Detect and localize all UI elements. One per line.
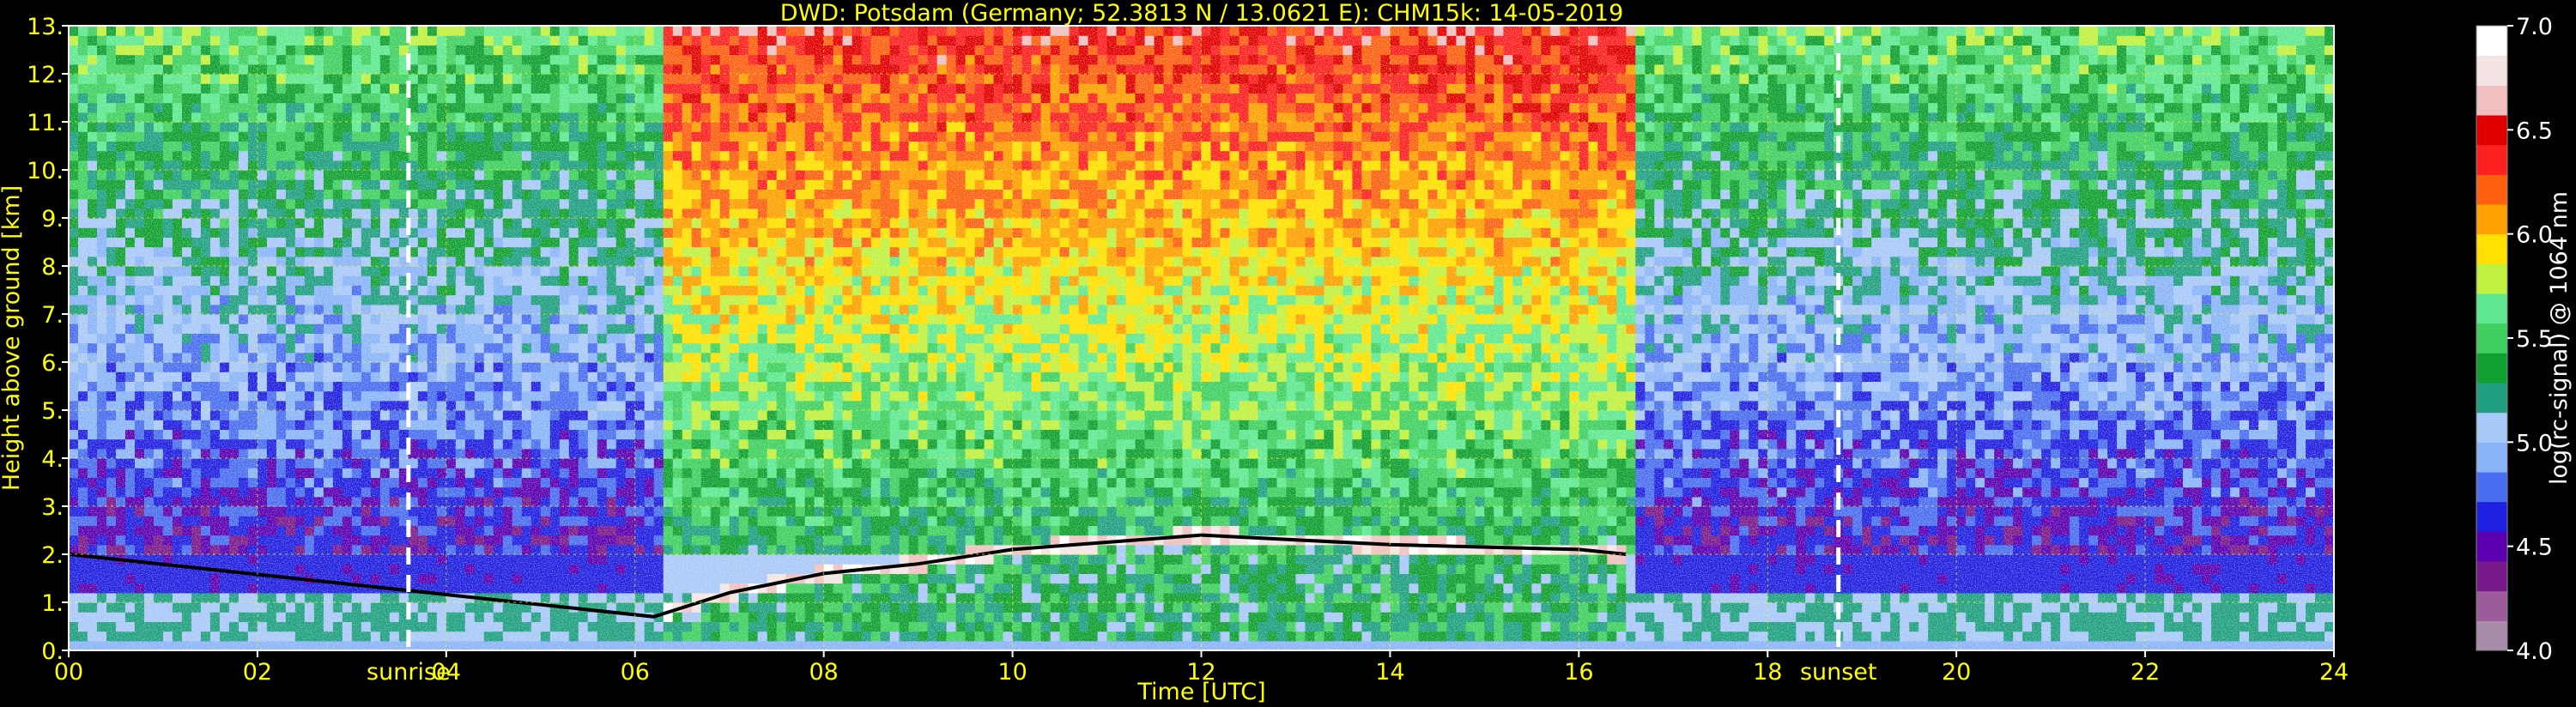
lidar-quicklook-chart: 00 02 04 06 08 10 12 14 16 18 20 22 24 0.1.2.3.4.5.6… [0, 0, 2573, 705]
